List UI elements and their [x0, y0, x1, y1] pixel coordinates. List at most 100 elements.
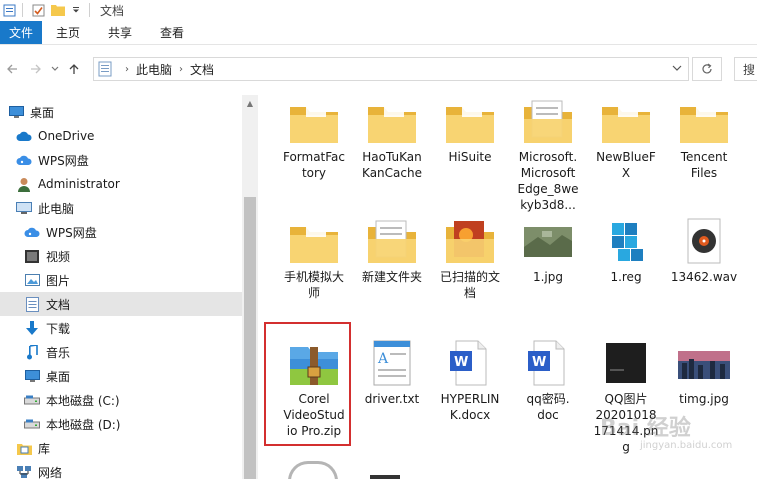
sidebar-item[interactable]: 音乐	[0, 340, 242, 364]
file-name-line: 已扫描的文	[439, 270, 500, 284]
file-item[interactable]: FormatFac tory	[272, 97, 356, 181]
tab-home[interactable]: 主页	[42, 21, 94, 44]
sidebar-item[interactable]: 下载	[0, 316, 242, 340]
file-item[interactable]: Microsoft. Microsoft Edge_8we kyb3d8...	[506, 97, 590, 213]
address-bar[interactable]: › 此电脑 › 文档	[93, 57, 689, 81]
file-item[interactable]: 1.reg	[584, 217, 668, 285]
sidebar-item[interactable]: 桌面	[0, 364, 242, 388]
scroll-up-icon[interactable]: ▲	[242, 95, 258, 111]
sidebar-item[interactable]: WPS网盘	[0, 220, 242, 244]
chevron-down-icon[interactable]	[69, 3, 83, 17]
file-name: 手机模拟大师	[272, 269, 356, 301]
sidebar-item[interactable]: 本地磁盘 (C:)	[0, 388, 242, 412]
file-item[interactable]: 1.jpg	[506, 217, 590, 285]
sidebar-item-label: WPS网盘	[46, 225, 97, 240]
watermark-url: jingyan.baidu.com	[640, 440, 733, 451]
tab-share[interactable]: 共享	[94, 21, 146, 44]
file-item[interactable]: HaoTuKan KanCache	[350, 97, 434, 181]
file-name-line: 手机模拟大	[283, 270, 344, 284]
computer-icon	[16, 200, 32, 216]
sidebar-item[interactable]: 库	[0, 436, 242, 460]
search-input[interactable]: 搜	[734, 57, 757, 81]
chevron-down-icon[interactable]	[672, 62, 682, 75]
folder-icon	[364, 97, 420, 145]
file-name-line: 新建文件夹	[361, 270, 422, 284]
folder-icon	[442, 97, 498, 145]
file-item[interactable]: Adriver.txt	[350, 339, 434, 407]
sidebar-item[interactable]: 本地磁盘 (D:)	[0, 412, 242, 436]
breadcrumb-documents[interactable]: 文档	[190, 61, 214, 78]
file-name: driver.txt	[350, 391, 434, 407]
file-item[interactable]: Tencent Files	[662, 97, 746, 181]
separator	[89, 3, 90, 17]
video-icon	[24, 248, 40, 264]
file-item[interactable]: Corel VideoStud io Pro.zip	[272, 339, 356, 439]
tab-view[interactable]: 查看	[146, 21, 198, 44]
file-item[interactable]: 已扫描的文档	[428, 217, 512, 301]
folder-icon	[598, 97, 654, 145]
file-name: Corel VideoStud io Pro.zip	[272, 391, 356, 439]
sidebar-item[interactable]: 图片	[0, 268, 242, 292]
sidebar-item[interactable]: 此电脑	[0, 196, 242, 220]
file-item[interactable]: W HYPERLIN K.docx	[428, 339, 512, 423]
sidebar-item[interactable]: OneDrive	[0, 124, 242, 148]
check-icon[interactable]	[31, 3, 45, 17]
sidebar-item-label: 库	[38, 441, 51, 456]
chevron-right-icon[interactable]: ›	[125, 64, 129, 75]
docx-icon: W	[520, 339, 576, 387]
file-item[interactable]: timg.jpg	[662, 339, 746, 407]
file-item[interactable]: NewBlueF X	[584, 97, 668, 181]
file-name-line: driver.txt	[364, 392, 420, 406]
drive-icon	[24, 416, 40, 432]
scrollbar-thumb[interactable]	[244, 197, 256, 479]
refresh-button[interactable]	[692, 57, 722, 81]
file-name-line: 13462.wav	[670, 270, 738, 284]
folder-icon	[676, 97, 732, 145]
file-name-line: io Pro.zip	[286, 424, 342, 438]
sidebar-item[interactable]: 网络	[0, 460, 242, 484]
folder-doc-icon	[364, 217, 420, 265]
file-name: 新建文件夹	[350, 269, 434, 285]
sidebar-item[interactable]: WPS网盘	[0, 148, 242, 172]
file-item[interactable]: HiSuite	[428, 97, 512, 165]
file-name-line: QQ图片	[604, 392, 648, 406]
file-item[interactable]: 新建文件夹	[350, 217, 434, 285]
sidebar-item[interactable]: Administrator	[0, 172, 242, 196]
breadcrumb-this-pc[interactable]: 此电脑	[136, 61, 172, 78]
back-button[interactable]	[0, 57, 24, 81]
documents-icon	[98, 61, 112, 77]
wps-cloud-icon	[24, 224, 40, 240]
file-item[interactable]: 手机模拟大师	[272, 217, 356, 301]
file-item[interactable]: Wqq密码. doc	[506, 339, 590, 423]
reg-icon	[598, 217, 654, 265]
properties-icon[interactable]	[2, 3, 16, 17]
sidebar-item[interactable]: 视频	[0, 244, 242, 268]
file-name-line: 档	[463, 286, 476, 300]
file-name-line: timg.jpg	[679, 392, 729, 406]
sidebar-scrollbar[interactable]: ▲	[242, 95, 258, 479]
recent-locations-button[interactable]	[48, 57, 62, 81]
file-name: NewBlueF X	[584, 149, 668, 181]
up-button[interactable]	[62, 57, 86, 81]
file-item[interactable]: 13462.wav	[662, 217, 746, 285]
file-name: qq密码. doc	[506, 391, 590, 423]
file-name: HYPERLIN K.docx	[428, 391, 512, 423]
file-name-line: qq密码.	[526, 392, 570, 406]
sidebar-item-label: 本地磁盘 (D:)	[46, 417, 121, 432]
file-name: timg.jpg	[662, 391, 746, 407]
library-icon	[16, 440, 32, 456]
sidebar-item-label: 桌面	[30, 105, 55, 120]
sidebar-item[interactable]: 文档	[0, 292, 242, 316]
chevron-right-icon[interactable]: ›	[179, 64, 183, 75]
svg-text:W: W	[532, 355, 546, 370]
file-name-line: HaoTuKan	[362, 150, 422, 164]
tab-file[interactable]: 文件	[0, 21, 42, 44]
zip-icon	[286, 339, 342, 387]
new-folder-icon[interactable]	[51, 3, 65, 17]
png-dark-icon	[598, 339, 654, 387]
svg-text:W: W	[454, 355, 468, 370]
sidebar-item[interactable]: 桌面	[0, 100, 242, 124]
file-name-line: X	[621, 166, 631, 180]
file-name-line: Corel	[298, 392, 330, 406]
forward-button[interactable]	[24, 57, 48, 81]
